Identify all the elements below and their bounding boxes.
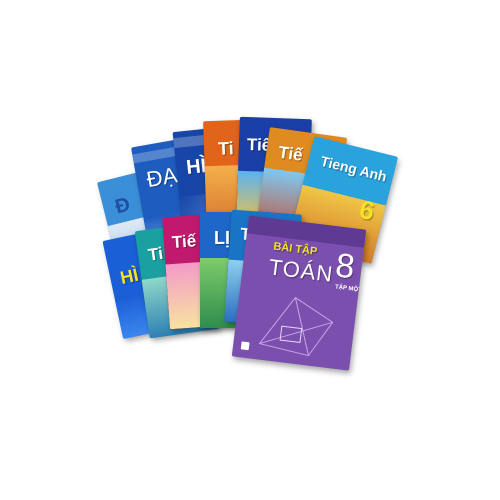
book-title: Tieng Anh <box>318 152 389 185</box>
grade-number: 8 <box>333 246 357 287</box>
book-title: TOÁN <box>267 254 335 287</box>
book-title: HÌ <box>118 264 141 289</box>
geometry-art <box>258 296 334 357</box>
book-title: Tiế <box>171 231 197 252</box>
book-title: ĐẠ <box>144 162 180 193</box>
book-title: Tiế <box>277 142 304 165</box>
book-title: LỊ <box>214 228 230 248</box>
book-title: Ti <box>146 243 165 265</box>
book-title: Đ <box>113 193 133 219</box>
book-toan-8: BÀI TẬP TOÁN 8 TẬP MỘT <box>231 215 367 371</box>
book-title: Ti <box>217 138 235 159</box>
publisher-logo <box>240 341 250 351</box>
